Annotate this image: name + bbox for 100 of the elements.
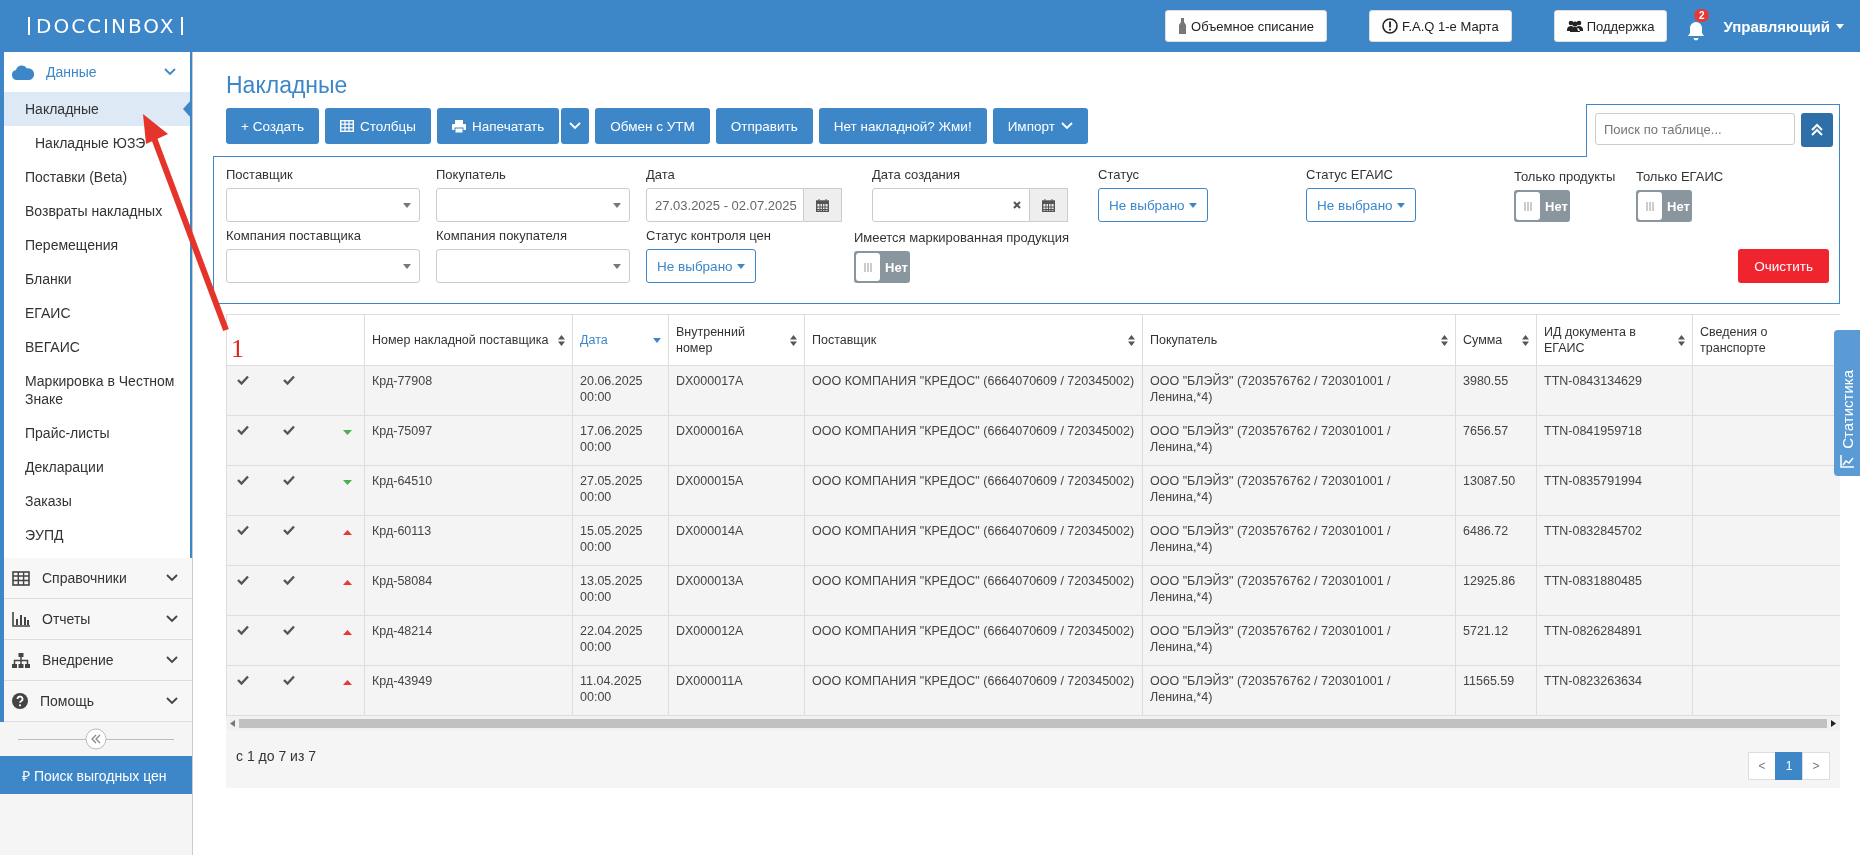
toolbar-button[interactable]: Импорт	[992, 108, 1088, 144]
header-button[interactable]: F.A.Q 1-е Марта	[1368, 10, 1512, 42]
table-cell: DX000012A	[676, 624, 744, 638]
chevron-down-icon	[569, 122, 582, 130]
sidebar-item[interactable]: Заказы	[4, 484, 190, 518]
filter-label: Статус ЕГАИС	[1306, 167, 1393, 182]
sidebar-section[interactable]: Справочники	[4, 558, 192, 599]
table-cell: ООО КОМПАНИЯ "КРЕДОС" (6664070609 / 720345002)	[812, 674, 1135, 688]
logo[interactable]: DOCCINBOX	[28, 17, 184, 35]
table-cell: Крд-77908	[372, 374, 433, 388]
caret-icon	[403, 263, 411, 269]
table-cell: TTN-0831880485	[1544, 574, 1642, 588]
toolbar-button[interactable]: Нет накладной? Жми!	[818, 108, 987, 144]
sidebar-section[interactable]: Отчеты	[4, 599, 192, 640]
table-cell: ООО "БЛЭЙЗ" (7203576762 / 720301001 / Ленина,*4)	[1150, 474, 1391, 504]
scrollbar[interactable]	[226, 716, 1840, 730]
sidebar-item[interactable]: Перемещения	[4, 228, 190, 262]
status-dropdown[interactable]: Не выбрано	[1098, 188, 1208, 222]
collapse-icon[interactable]	[85, 728, 107, 750]
sidebar-item[interactable]: Поставки (Beta)	[4, 160, 190, 194]
sort-icon[interactable]	[790, 334, 797, 346]
filter-label: Покупатель	[436, 167, 506, 182]
sidebar-section[interactable]: Помощь	[4, 681, 192, 722]
filter-label: Имеется маркированная продукция	[854, 230, 1070, 245]
sidebar-item[interactable]: ЕГАИС	[4, 296, 190, 330]
caret-icon	[1188, 202, 1197, 208]
toolbar-button[interactable]: Отправить	[715, 108, 813, 144]
user-menu[interactable]: Управляющий	[1717, 16, 1850, 36]
select-field[interactable]	[226, 249, 420, 283]
clear-icon[interactable]	[1013, 201, 1021, 209]
page-button[interactable]: 1	[1775, 752, 1803, 780]
alert-icon	[1381, 18, 1398, 34]
sort-icon[interactable]	[1441, 334, 1448, 346]
sidebar-item[interactable]: ВЕГАИС	[4, 330, 190, 364]
table-cell: 12925.86	[1463, 574, 1516, 588]
caret-icon	[1396, 202, 1405, 208]
page-button[interactable]: <	[1748, 752, 1776, 780]
table-cell: 3980.55	[1463, 374, 1509, 388]
caret-icon	[613, 202, 621, 208]
status-dropdown[interactable]: Не выбрано	[1306, 188, 1416, 222]
sidebar-section[interactable]: Внедрение	[4, 640, 192, 681]
toolbar-button[interactable]: Напечатать	[437, 108, 560, 144]
bell-icon[interactable]	[1687, 21, 1706, 41]
sidebar-item[interactable]: Декларации	[4, 450, 190, 484]
column-header[interactable]: Сумма	[1463, 332, 1516, 348]
chevron-down-icon	[166, 697, 178, 705]
table-cell: ООО "БЛЭЙЗ" (7203576762 / 720301001 / Ленина,*4)	[1150, 674, 1391, 704]
chevron-down-icon	[164, 68, 176, 76]
sort-icon[interactable]	[1678, 334, 1685, 346]
calendar-icon	[816, 198, 829, 212]
sidebar-item[interactable]: Прайс-листы	[4, 416, 190, 450]
caret-icon	[1836, 23, 1844, 29]
sort-icon[interactable]	[1522, 334, 1529, 346]
dropdown-button[interactable]	[561, 108, 590, 144]
calendar-button[interactable]	[1030, 188, 1068, 222]
table-cell: 20.06.2025 00:00	[580, 374, 643, 404]
select-field[interactable]	[226, 188, 420, 222]
select-field[interactable]	[436, 188, 630, 222]
sidebar-item[interactable]: Накладные	[4, 92, 190, 126]
header-button[interactable]: Объемное списание	[1165, 10, 1327, 42]
toolbar-button[interactable]: Столбцы	[324, 108, 431, 144]
scroll-right-icon[interactable]	[1831, 719, 1836, 727]
calendar-button[interactable]	[804, 188, 842, 222]
table-cell: ООО КОМПАНИЯ "КРЕДОС" (6664070609 / 720345002)	[812, 624, 1135, 638]
search-field[interactable]: Поиск по таблице...	[1595, 113, 1795, 145]
table-cell: ООО КОМПАНИЯ "КРЕДОС" (6664070609 / 720345002)	[812, 374, 1135, 388]
table-cell: 11.04.2025 00:00	[580, 674, 642, 704]
collapse-filters-button[interactable]	[1801, 113, 1833, 147]
toolbar-button[interactable]: + Создать	[226, 108, 319, 144]
promo-button[interactable]: ₽ Поиск выгодных цен	[0, 756, 192, 794]
status-dropdown[interactable]: Не выбрано	[646, 249, 756, 283]
table-cell: 27.05.2025 00:00	[580, 474, 643, 504]
table-cell: DX000013A	[676, 574, 744, 588]
bottle-icon	[1178, 18, 1188, 34]
table-cell: Крд-75097	[372, 424, 433, 438]
table-cell: ООО КОМПАНИЯ "КРЕДОС" (6664070609 / 720345002)	[812, 524, 1135, 538]
sidebar-item[interactable]: Маркировка в Честном Знаке	[4, 364, 190, 416]
print-icon	[452, 119, 466, 133]
sort-descending-icon[interactable]	[653, 337, 661, 343]
date-range-field[interactable]	[872, 188, 1030, 222]
sort-icon[interactable]	[1128, 334, 1135, 346]
filter-label: Дата	[646, 167, 675, 182]
sort-icon[interactable]	[558, 334, 565, 346]
table-cell: TTN-0843134629	[1544, 374, 1642, 388]
date-range-field[interactable]: 27.03.2025 - 02.07.2025	[646, 188, 804, 222]
sidebar-item[interactable]: Бланки	[4, 262, 190, 296]
toolbar-button[interactable]: Обмен с УТМ	[595, 108, 710, 144]
clear-button[interactable]: Очистить	[1738, 249, 1829, 283]
select-field[interactable]	[436, 249, 630, 283]
sidebar-item[interactable]: Возвраты накладных	[4, 194, 190, 228]
sidebar-item[interactable]: ЭУПД	[4, 518, 190, 552]
table-cell: ООО "БЛЭЙЗ" (7203576762 / 720301001 / Ленина,*4)	[1150, 524, 1391, 554]
sidebar-item[interactable]: Накладные ЮЗЭ	[4, 126, 190, 160]
chevron-down-icon	[166, 615, 178, 623]
header-button[interactable]: Поддержка	[1553, 10, 1668, 42]
filter-label: Дата создания	[872, 167, 961, 182]
page-button[interactable]: >	[1802, 752, 1830, 780]
scroll-left-icon[interactable]	[230, 719, 235, 727]
table-cell: 5721.12	[1463, 624, 1509, 638]
table-cell: TTN-0832845702	[1544, 524, 1642, 538]
